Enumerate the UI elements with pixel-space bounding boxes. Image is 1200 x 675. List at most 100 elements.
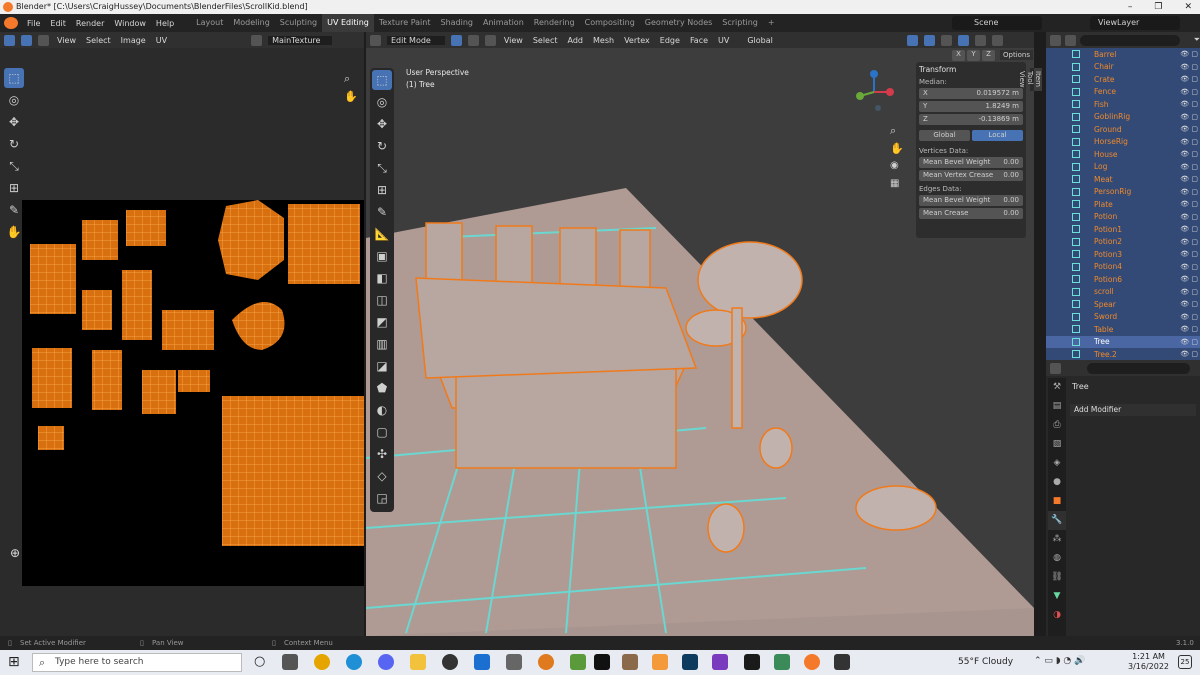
tab-animation[interactable]: Animation [478, 14, 529, 32]
properties-search-input[interactable] [1087, 362, 1190, 374]
outliner-row[interactable]: GoblinRig 👁 ▢ [1046, 110, 1200, 123]
visibility-icon[interactable]: 👁 ▢ [1180, 300, 1198, 308]
grab-tool-icon[interactable]: ✋ [4, 222, 24, 242]
tab-shading[interactable]: Shading [435, 14, 478, 32]
constraints-tab-icon[interactable]: ⛓ [1048, 568, 1066, 587]
outliner-row[interactable]: Fence 👁 ▢ [1046, 85, 1200, 98]
material-shading-icon[interactable] [974, 34, 986, 46]
visibility-icon[interactable]: 👁 ▢ [1180, 325, 1198, 333]
xray-icon[interactable] [923, 34, 935, 46]
vp-spin-tool-icon[interactable]: ◐ [372, 400, 392, 420]
outliner-row[interactable]: Potion 👁 ▢ [1046, 210, 1200, 223]
visibility-icon[interactable]: 👁 ▢ [1180, 100, 1198, 108]
add-modifier-dropdown[interactable]: Add Modifier [1070, 404, 1196, 416]
visibility-icon[interactable]: 👁 ▢ [1180, 250, 1198, 258]
sync-selection-icon[interactable] [21, 34, 32, 46]
vertex-bevel-field[interactable]: Mean Bevel Weight 0.00 [919, 157, 1023, 168]
visibility-icon[interactable]: 👁 ▢ [1180, 138, 1198, 146]
options-dropdown[interactable]: Options [1000, 50, 1034, 60]
blender-menu-icon[interactable] [4, 17, 18, 29]
median-y-field[interactable]: Y 1.8249 m [919, 101, 1023, 112]
solid-shading-icon[interactable] [957, 34, 969, 46]
blender-taskbar-icon[interactable] [804, 654, 820, 670]
twitch-icon[interactable] [594, 654, 610, 670]
vp-annotate-tool-icon[interactable]: ✎ [372, 202, 392, 222]
transform-tool-icon[interactable]: ⊞ [4, 178, 24, 198]
zoom-icon[interactable]: ⌕ [890, 124, 896, 138]
discord-icon[interactable] [378, 654, 394, 670]
outliner-row[interactable]: Tree 👁 ▢ [1046, 335, 1200, 348]
tab-uv-editing[interactable]: UV Editing [322, 14, 374, 32]
system-tray-icons[interactable]: ⌃ ▭ ◗ ◔ 🔊 [1034, 656, 1085, 666]
vp-extrude-tool-icon[interactable]: ◧ [372, 268, 392, 288]
vp-edge-slide-tool-icon[interactable]: ✣ [372, 444, 392, 464]
minimize-button[interactable]: – [1128, 0, 1133, 14]
editor-type-icon[interactable] [4, 34, 15, 46]
tool-icon[interactable] [622, 654, 638, 670]
uv-menu-image[interactable]: Image [119, 36, 148, 45]
start-windows-icon[interactable]: ⊞ [8, 654, 20, 670]
mirror-z-button[interactable]: Z [982, 50, 995, 61]
taskbar-search-input[interactable]: ⌕ Type here to search [32, 653, 242, 672]
render-shading-icon[interactable] [991, 34, 1003, 46]
annotate-tool-icon[interactable]: ✎ [4, 200, 24, 220]
mode-selector[interactable]: Edit Mode [387, 35, 445, 45]
camera-view-icon[interactable]: ◉ [890, 160, 899, 171]
overlay-icon[interactable] [906, 34, 918, 46]
display-mode-icon[interactable] [1065, 34, 1076, 46]
visibility-icon[interactable]: 👁 ▢ [1180, 288, 1198, 296]
vp-menu-add[interactable]: Add [566, 36, 586, 45]
github-icon[interactable] [442, 654, 458, 670]
global-toggle[interactable]: Global [919, 130, 970, 141]
visibility-icon[interactable]: 👁 ▢ [1180, 200, 1198, 208]
vp-rotate-tool-icon[interactable]: ↻ [372, 136, 392, 156]
outliner-row[interactable]: Log 👁 ▢ [1046, 160, 1200, 173]
vp-smooth-tool-icon[interactable]: ▢ [372, 422, 392, 442]
axis-gizmo-icon[interactable] [852, 68, 896, 112]
vp-scale-tool-icon[interactable]: ⤡ [372, 158, 392, 178]
move-tool-icon[interactable]: ✥ [4, 112, 24, 132]
outliner-row[interactable]: House 👁 ▢ [1046, 148, 1200, 161]
mirror-y-button[interactable]: Y [967, 50, 980, 61]
tab-tool[interactable]: Tool [1026, 68, 1034, 91]
vp-select-tool-icon[interactable]: ⬚ [372, 70, 392, 90]
zoom-icon[interactable]: ⌕ [344, 72, 350, 86]
tab-texture-paint[interactable]: Texture Paint [374, 14, 436, 32]
filter-icon[interactable]: ⏷ [1194, 35, 1200, 45]
visibility-icon[interactable]: 👁 ▢ [1180, 163, 1198, 171]
material-tab-icon[interactable]: ◑ [1048, 606, 1066, 625]
outliner-row[interactable]: Potion4 👁 ▢ [1046, 260, 1200, 273]
tab-scripting[interactable]: Scripting [717, 14, 763, 32]
visibility-icon[interactable]: 👁 ▢ [1180, 275, 1198, 283]
image-browse-icon[interactable] [251, 34, 263, 46]
edge-bevel-field[interactable]: Mean Bevel Weight 0.00 [919, 195, 1023, 206]
render-tab-icon[interactable]: ▤ [1048, 397, 1066, 416]
snip-icon[interactable] [774, 654, 790, 670]
outliner-editor-icon[interactable] [1050, 34, 1061, 46]
visibility-icon[interactable]: 👁 ▢ [1180, 175, 1198, 183]
visibility-icon[interactable]: 👁 ▢ [1180, 50, 1198, 58]
visibility-icon[interactable]: 👁 ▢ [1180, 125, 1198, 133]
outliner-row[interactable]: Table 👁 ▢ [1046, 323, 1200, 336]
outliner-row[interactable]: Sword 👁 ▢ [1046, 310, 1200, 323]
vp-menu-face[interactable]: Face [688, 36, 710, 45]
visibility-icon[interactable]: 👁 ▢ [1180, 188, 1198, 196]
vp-menu-select[interactable]: Select [531, 36, 560, 45]
physics-tab-icon[interactable]: ◍ [1048, 549, 1066, 568]
vp-menu-view[interactable]: View [502, 36, 525, 45]
world-tab-icon[interactable]: ● [1048, 473, 1066, 492]
data-tab-icon[interactable]: ▼ [1048, 587, 1066, 606]
restore-button[interactable]: ❐ [1154, 0, 1162, 14]
visibility-icon[interactable]: 👁 ▢ [1180, 113, 1198, 121]
vp-shrink-tool-icon[interactable]: ◇ [372, 466, 392, 486]
visibility-icon[interactable]: 👁 ▢ [1180, 150, 1198, 158]
3d-viewport[interactable]: Edit Mode View Select Add Mesh Vertex Ed… [365, 32, 1042, 636]
pan-icon[interactable]: ✋ [344, 90, 358, 103]
menu-file[interactable]: File [22, 19, 45, 28]
file-explorer-icon[interactable] [410, 654, 426, 670]
edge-mode-icon[interactable] [467, 34, 479, 46]
close-button[interactable]: ✕ [1184, 0, 1192, 14]
add-workspace-icon[interactable]: + [763, 14, 780, 32]
cursor-tool-icon[interactable]: ◎ [4, 90, 24, 110]
brave-icon[interactable] [652, 654, 668, 670]
